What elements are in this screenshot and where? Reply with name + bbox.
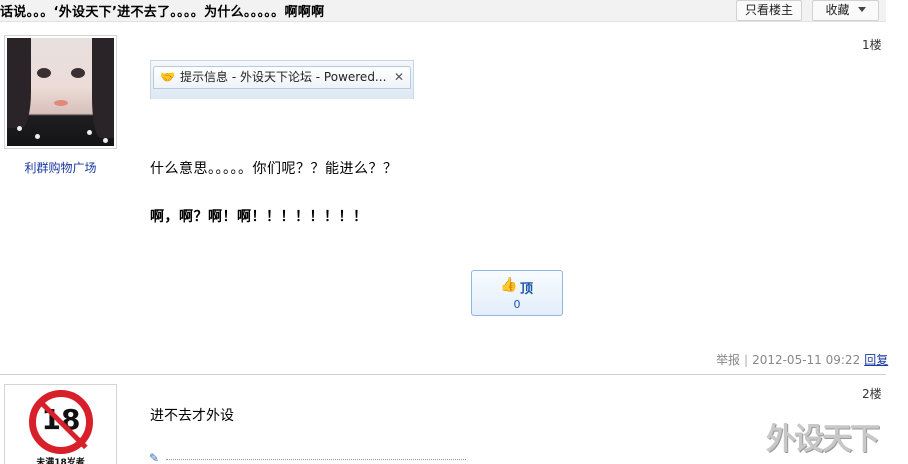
browser-tab: 🤝 提示信息 - 外设天下论坛 - Powered... ✕ — [153, 66, 411, 89]
browser-tab-title: 提示信息 - 外设天下论坛 - Powered... — [180, 70, 387, 84]
post-text-line: 什么意思。。。。。你们呢？？能进么？？ — [150, 161, 398, 177]
pencil-icon: ✎ — [149, 451, 160, 464]
like-count: 0 — [513, 298, 521, 311]
chevron-down-icon — [857, 7, 866, 12]
reply-link[interactable]: 回复 — [864, 353, 888, 367]
favorite-label: 收藏 — [825, 3, 850, 17]
post-meta: 举报 | 2012-05-11 09:22 回复 — [716, 353, 889, 367]
only-author-label: 只看楼主 — [744, 3, 793, 17]
report-link[interactable]: 举报 — [716, 353, 740, 367]
favorite-button[interactable]: 收藏 — [812, 0, 879, 21]
avatar[interactable]: 18 未满18岁者 — [4, 384, 117, 464]
like-label: 顶 — [520, 282, 534, 297]
avatar-image — [7, 38, 114, 146]
page-edge — [886, 0, 908, 464]
like-button[interactable]: 👍 顶 0 — [471, 270, 563, 316]
post-text-line: 啊，啊？啊！啊！！！！！！！！ — [150, 209, 368, 225]
avatar-caption: 未满18岁者 — [36, 458, 85, 464]
avatar[interactable] — [4, 35, 117, 149]
handshake-icon: 🤝 — [160, 70, 175, 84]
post-divider — [0, 374, 886, 375]
embedded-screenshot: 🤝 提示信息 - 外设天下论坛 - Powered... ✕ — [150, 60, 414, 99]
only-author-button[interactable]: 只看楼主 — [736, 0, 802, 21]
author-name[interactable]: 利群购物广场 — [4, 159, 117, 176]
site-watermark: 外设天下 — [766, 422, 880, 457]
thumbs-up-icon: 👍 — [500, 277, 518, 293]
no-under-18-icon: 18 — [29, 390, 93, 454]
close-icon: ✕ — [393, 70, 404, 84]
post-timestamp: 2012-05-11 09:22 — [752, 353, 861, 367]
thread-title: 话说。。。‘外设天下’进不去了。。。。为什么。。。。。啊啊啊 — [0, 5, 325, 20]
post-text: 进不去才外设 — [150, 408, 234, 424]
thread-title-bar: 话说。。。‘外设天下’进不去了。。。。为什么。。。。。啊啊啊 只看楼主 收藏 — [0, 0, 886, 22]
floor-number: 1楼 — [862, 38, 882, 52]
signature-divider — [166, 459, 466, 460]
floor-number: 2楼 — [862, 387, 882, 401]
